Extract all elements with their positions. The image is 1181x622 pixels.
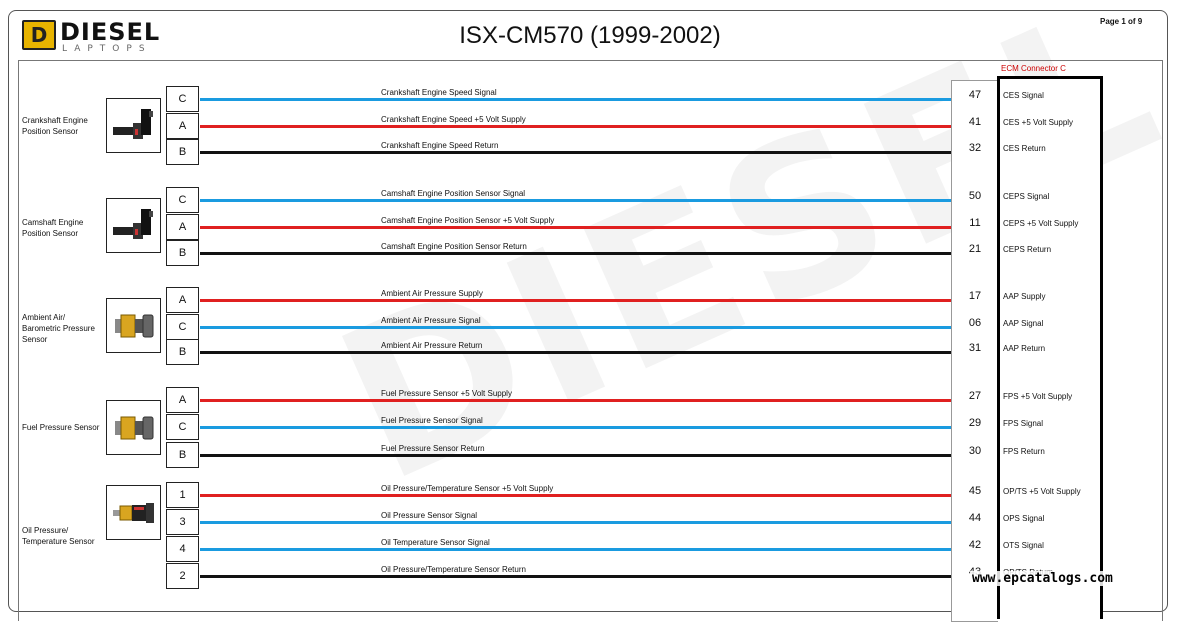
wire-label: Oil Temperature Sensor Signal [381, 538, 490, 547]
sensor-name: Camshaft Engine Position Sensor [22, 218, 84, 238]
wire-blue [200, 326, 951, 329]
wire-label: Camshaft Engine Position Sensor +5 Volt … [381, 216, 555, 225]
diesel-laptops-logo: D DIESEL LAPTOPS [22, 18, 162, 54]
ecm-pin-number: 41 [968, 116, 982, 128]
wire-blue [200, 426, 951, 429]
wire-red [200, 299, 951, 302]
ecm-pin-number: 21 [968, 243, 982, 255]
ecm-pin-number: 29 [968, 417, 982, 429]
ecm-signal-name: FPS Signal [1003, 419, 1044, 428]
ecm-pin-number: 30 [968, 445, 982, 457]
ecm-signal-name: AAP Supply [1003, 292, 1046, 301]
ecm-pin-number: 47 [968, 89, 982, 101]
wire-label: Camshaft Engine Position Sensor Return [381, 242, 527, 251]
ecm-pin-number: 11 [969, 217, 981, 229]
wire-label: Fuel Pressure Sensor Signal [381, 416, 483, 425]
page-title: ISX-CM570 (1999-2002) [459, 22, 721, 49]
connector-pin-letter: A [166, 287, 199, 313]
wire-label: Oil Pressure/Temperature Sensor Return [381, 565, 526, 574]
wire-label: Camshaft Engine Position Sensor Signal [381, 189, 526, 198]
wire-red [200, 226, 951, 229]
wire-black [200, 252, 951, 255]
connector-pin-letter: 1 [166, 482, 199, 508]
ecm-signal-name: CES Return [1003, 144, 1046, 153]
wire-label: Crankshaft Engine Speed Return [381, 141, 499, 150]
page-number: Page 1 of 9 [1100, 17, 1143, 26]
wire-red [200, 494, 951, 497]
ecm-pin-number: 31 [968, 342, 982, 354]
wire-blue [200, 199, 951, 202]
wire-label: Crankshaft Engine Speed +5 Volt Supply [381, 115, 526, 124]
wire-label: Fuel Pressure Sensor Return [381, 444, 485, 453]
ecm-signal-name: CEPS Signal [1003, 192, 1050, 201]
connector-pin-letter: C [166, 86, 199, 112]
ecm-signal-name: CEPS Return [1003, 245, 1052, 254]
wire-blue [200, 548, 951, 551]
sensor-name: Oil Pressure/ Temperature Sensor [22, 526, 95, 546]
connector-pin-letter: 4 [166, 536, 199, 562]
connector-pin-letter: A [166, 214, 199, 240]
logo-mark-icon: D [22, 20, 56, 50]
ecm-pin-number: 45 [968, 485, 982, 497]
wire-label: Ambient Air Pressure Return [381, 341, 483, 350]
ecm-signal-name: OP/TS +5 Volt Supply [1003, 487, 1081, 496]
ecm-pin-number: 42 [968, 539, 982, 551]
ecm-pin-number: 50 [968, 190, 982, 202]
connector-pin-letter: 2 [166, 563, 199, 589]
wire-label: Crankshaft Engine Speed Signal [381, 88, 497, 97]
wire-label: Oil Pressure/Temperature Sensor +5 Volt … [381, 484, 554, 493]
sensor-name: Fuel Pressure Sensor [22, 423, 100, 432]
wire-blue [200, 521, 951, 524]
wire-label: Ambient Air Pressure Signal [381, 316, 481, 325]
oil-sensor-icon [106, 485, 161, 540]
connector-pin-letter: 3 [166, 509, 199, 535]
sensor-name: Crankshaft Engine Position Sensor [22, 116, 88, 136]
ecm-signal-name: CEPS +5 Volt Supply [1003, 219, 1079, 228]
wire-label: Oil Pressure Sensor Signal [381, 511, 478, 520]
connector-pin-letter: A [166, 387, 199, 413]
wire-black [200, 351, 951, 354]
ecm-pin-number: 17 [968, 290, 982, 302]
pressure-sensor-icon [106, 400, 161, 455]
ecm-signal-name: CES Signal [1003, 91, 1044, 100]
logo-word: DIESEL [60, 18, 161, 46]
crankshaft-sensor-icon [106, 98, 161, 153]
pressure-sensor-icon [106, 298, 161, 353]
ecm-connector-label: ECM Connector C [1001, 64, 1066, 73]
ecm-signal-name: OTS Signal [1003, 541, 1044, 550]
wire-red [200, 399, 951, 402]
ecm-signal-name: FPS +5 Volt Supply [1003, 392, 1073, 401]
wire-black [200, 151, 951, 154]
ecm-signal-name: AAP Signal [1003, 319, 1044, 328]
ecm-pin-number: 27 [968, 390, 982, 402]
logo-subword: LAPTOPS [62, 44, 152, 54]
connector-pin-letter: B [166, 339, 199, 365]
connector-pin-letter: C [166, 187, 199, 213]
ecm-signal-name: CES +5 Volt Supply [1003, 118, 1074, 127]
wire-black [200, 575, 951, 578]
ecm-signal-name: OPS Signal [1003, 514, 1045, 523]
connector-pin-letter: A [166, 113, 199, 139]
connector-pin-letter: B [166, 139, 199, 165]
wire-blue [200, 98, 951, 101]
wire-red [200, 125, 951, 128]
wire-black [200, 454, 951, 457]
ecm-signal-name: AAP Return [1003, 344, 1046, 353]
connector-pin-letter: B [166, 442, 199, 468]
connector-pin-letter: B [166, 240, 199, 266]
ecm-pin-number: 06 [968, 317, 982, 329]
wire-label: Ambient Air Pressure Supply [381, 289, 483, 298]
ecm-signal-name: FPS Return [1003, 447, 1045, 456]
camshaft-sensor-icon [106, 198, 161, 253]
sensor-name: Ambient Air/ Barometric Pressure Sensor [22, 313, 95, 344]
wire-label: Fuel Pressure Sensor +5 Volt Supply [381, 389, 512, 398]
ecm-pin-number: 44 [968, 512, 982, 524]
ecm-pin-number: 32 [968, 142, 982, 154]
watermark-url[interactable]: www.epcatalogs.com [970, 571, 1115, 586]
connector-pin-letter: C [166, 414, 199, 440]
connector-pin-letter: C [166, 314, 199, 340]
